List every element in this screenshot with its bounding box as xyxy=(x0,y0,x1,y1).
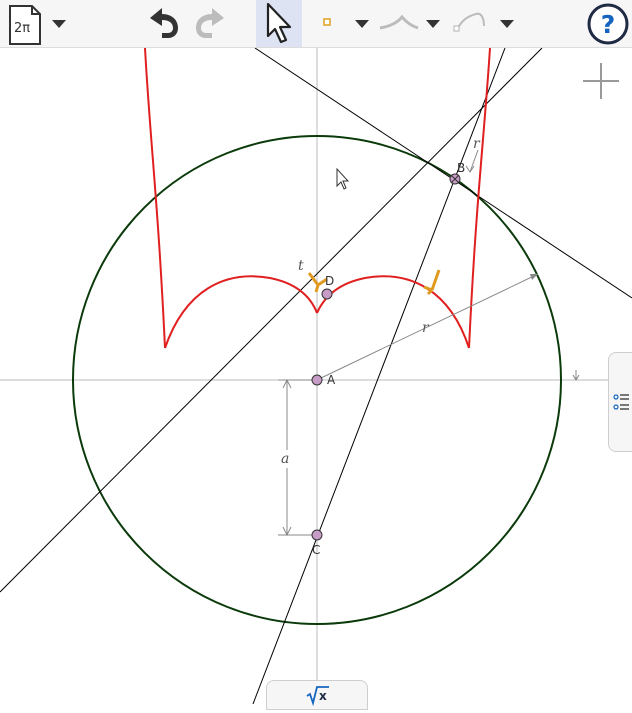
chevron-down-icon xyxy=(500,20,514,28)
move-arrow-icon xyxy=(266,2,292,44)
move-tool-button[interactable] xyxy=(256,0,302,47)
redo-button[interactable] xyxy=(188,0,234,47)
algebra-list-icon xyxy=(613,394,629,410)
algebra-view-tab[interactable] xyxy=(608,352,632,452)
point-a-label: A xyxy=(327,373,336,387)
help-icon: ? xyxy=(587,3,629,45)
arrowhead-icon xyxy=(530,274,538,280)
point-b-label: B xyxy=(457,161,465,175)
file-menu-icon[interactable]: 2π xyxy=(4,0,70,47)
marker-2 xyxy=(423,269,441,296)
tangent-line[interactable] xyxy=(254,48,632,299)
label-small-r: r xyxy=(473,136,481,152)
point-c-label: C xyxy=(312,543,320,557)
svg-text:?: ? xyxy=(601,10,616,39)
undo-icon xyxy=(150,8,178,38)
input-bar-tab[interactable]: x xyxy=(266,680,368,710)
toolbar: 2π ? xyxy=(0,0,632,48)
chevron-down-icon xyxy=(52,20,66,28)
point-icon xyxy=(323,18,331,26)
curve-tool-button[interactable] xyxy=(450,0,520,47)
point-d[interactable] xyxy=(321,288,333,300)
direction-arrow-icon xyxy=(465,149,479,173)
line-tool-icon xyxy=(379,14,419,30)
chevron-down-icon xyxy=(426,20,440,28)
chevron-down-icon xyxy=(355,20,369,28)
line-tool-button[interactable] xyxy=(378,0,446,47)
svg-text:x: x xyxy=(319,689,327,703)
help-button[interactable]: ? xyxy=(584,0,632,47)
app-icon-label: 2π xyxy=(14,21,30,36)
axis-arrow-icon xyxy=(572,370,580,381)
point-d-label: D xyxy=(325,274,334,288)
point-b[interactable] xyxy=(449,173,461,185)
point-tool-button[interactable] xyxy=(312,0,372,47)
curve-tool-icon xyxy=(457,12,485,29)
sqrt-x-icon: x xyxy=(306,686,329,707)
line-through-c[interactable] xyxy=(252,48,506,704)
point-a[interactable] xyxy=(311,374,323,386)
redo-icon xyxy=(196,8,224,38)
zoom-plus-icon[interactable] xyxy=(583,63,619,99)
label-a: a xyxy=(281,451,289,467)
label-r: r xyxy=(422,320,430,336)
mouse-cursor-icon xyxy=(336,167,350,190)
undo-button[interactable] xyxy=(140,0,186,47)
label-t: t xyxy=(298,258,304,274)
point-c[interactable] xyxy=(311,529,323,541)
graphics-view[interactable]: r a r t B D A C xyxy=(0,48,632,704)
